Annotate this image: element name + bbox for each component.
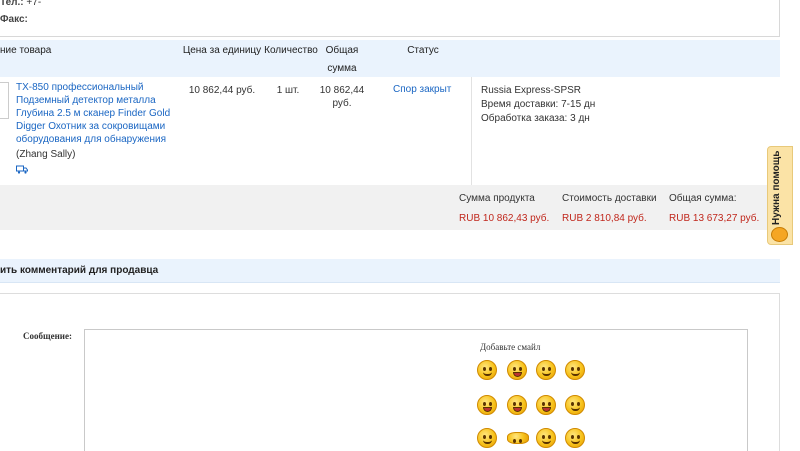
smiley-icon[interactable] (477, 360, 497, 380)
smiley-icon[interactable] (507, 360, 527, 380)
line-total-value: 10 862,44 руб. (316, 84, 368, 110)
header-quantity: Количество (264, 45, 318, 56)
delivery-time: Время доставки: 7-15 дн (481, 99, 596, 110)
processing-time: Обработка заказа: 3 дн (481, 113, 590, 124)
line-total-line2: руб. (332, 98, 352, 109)
phone-value: +7- (26, 0, 42, 8)
support-avatar-icon[interactable] (771, 227, 788, 242)
contact-box (0, 0, 780, 37)
product-sum-label: Сумма продукта (459, 193, 535, 204)
header-total-line2: сумма (327, 63, 357, 74)
smiley-icon[interactable] (536, 395, 556, 415)
smiley-icon[interactable] (477, 395, 497, 415)
message-textarea[interactable] (84, 329, 748, 451)
phone-line: Тел.: +7- (0, 0, 41, 8)
smileys-title: Добавьте смайл (480, 342, 541, 352)
header-total: Общая сумма (316, 42, 368, 78)
product-sum-value: RUB 10 862,43 руб. (459, 213, 550, 224)
header-status: Статус (407, 45, 439, 56)
header-total-line1: Общая (325, 45, 359, 56)
order-summary (0, 185, 780, 230)
unit-price-value: 10 862,44 руб. (188, 85, 256, 96)
quantity-value: 1 шт. (276, 85, 300, 96)
smiley-icon[interactable] (565, 360, 585, 380)
shipping-cost-value: RUB 2 810,84 руб. (562, 213, 647, 224)
fax-label: Факс: (0, 14, 28, 25)
shipping-cost-label: Стоимость доставки (562, 193, 657, 204)
line-total-line1: 10 862,44 (319, 85, 365, 96)
dispute-status-link[interactable]: Спор закрыт (393, 84, 451, 95)
grand-total-value: RUB 13 673,27 руб. (669, 213, 760, 224)
smiley-icon[interactable] (477, 428, 497, 448)
message-label: Сообщение: (23, 331, 72, 341)
phone-label: Тел.: (0, 0, 24, 8)
shipping-method: Russia Express-SPSR (481, 85, 582, 96)
fax-line: Факс: (0, 14, 28, 25)
header-product: ние товара (0, 45, 52, 56)
header-unit-price: Цена за единицу (182, 45, 262, 56)
smiley-icon[interactable] (565, 395, 585, 415)
product-thumbnail[interactable] (0, 82, 9, 119)
seller-name: (Zhang Sally) (16, 149, 76, 160)
comment-section-title: ить комментарий для продавца (0, 265, 159, 276)
shipping-info: Russia Express-SPSR Время доставки: 7-15… (481, 84, 595, 126)
grand-total-label: Общая сумма: (669, 193, 737, 204)
smiley-icon[interactable] (565, 428, 585, 448)
smiley-icon[interactable] (507, 432, 529, 444)
help-label[interactable]: Нужна помощь (771, 150, 789, 225)
shipping-truck-icon (16, 165, 28, 174)
smiley-icon[interactable] (507, 395, 527, 415)
smiley-icon[interactable] (536, 360, 556, 380)
column-divider (471, 77, 472, 185)
smiley-icon[interactable] (536, 428, 556, 448)
product-title-link[interactable]: TX-850 профессиональный Подземный детект… (16, 81, 176, 146)
